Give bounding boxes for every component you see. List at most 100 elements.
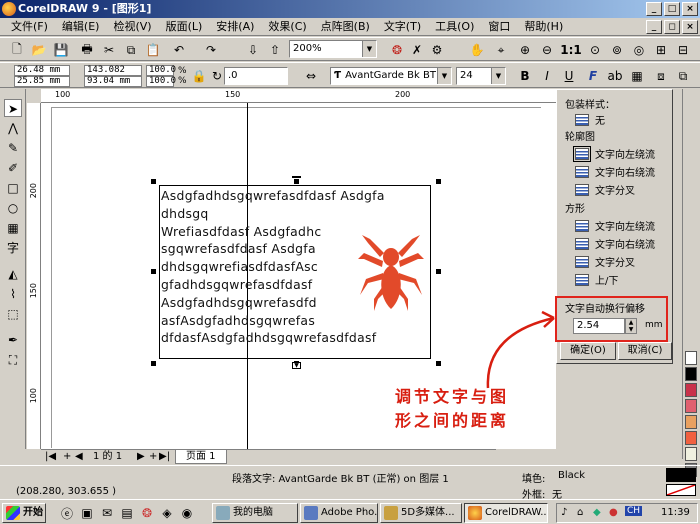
import-icon[interactable]: ⇩	[244, 41, 262, 59]
print-icon[interactable]: 🖶	[78, 41, 96, 59]
selection-handle[interactable]	[436, 269, 441, 274]
vertical-text-icon[interactable]: ⧈	[652, 67, 670, 85]
cancel-button[interactable]: 取消(C)	[618, 342, 672, 360]
menu-item[interactable]: 版面(L)	[159, 18, 210, 35]
square-wrap-left[interactable]: 文字向左绕流	[575, 218, 655, 233]
outline-tool-icon[interactable]: ⬚	[4, 305, 22, 323]
menu-item[interactable]: 文字(T)	[377, 18, 428, 35]
zoom-width-icon[interactable]: ⊞	[652, 41, 670, 59]
color-swatch[interactable]	[685, 415, 697, 429]
desktop-icon[interactable]: ▣	[78, 504, 96, 522]
color-swatch[interactable]	[685, 351, 697, 365]
tray-volume-icon[interactable]: ♪	[561, 507, 567, 518]
menu-item[interactable]: 检视(V)	[106, 18, 158, 35]
edit-text-icon[interactable]: ab	[606, 67, 624, 85]
prev-page-icon[interactable]: ◀	[75, 450, 83, 463]
binocular-icon[interactable]: ⌖	[492, 41, 510, 59]
cut-icon[interactable]: ✂	[100, 41, 118, 59]
mirror-h-icon[interactable]: ⇔	[302, 67, 320, 85]
zoom-fit-icon[interactable]: ⊚	[608, 41, 626, 59]
tray-app-icon[interactable]: ●	[609, 507, 618, 518]
knife-tool-icon[interactable]: ✎	[4, 139, 22, 157]
chevron-down-icon[interactable]: ▼	[437, 68, 451, 84]
page-tab[interactable]: 页面 1	[175, 450, 227, 464]
format-text-icon[interactable]: F	[584, 67, 602, 85]
selection-handle[interactable]	[151, 361, 156, 366]
start-button[interactable]: 开始	[2, 503, 46, 523]
export-icon[interactable]: ⇧	[266, 41, 284, 59]
ellipse-tool-icon[interactable]: ○	[4, 199, 22, 217]
open-folder-icon[interactable]: 📂	[30, 41, 48, 59]
selection-handle[interactable]	[151, 269, 156, 274]
text-tool-icon[interactable]: 字	[4, 239, 22, 257]
height-field[interactable]: 93.04 mm	[84, 76, 142, 87]
pos-y-field[interactable]: 25.85 mm	[14, 76, 70, 87]
scale-x-field[interactable]: 100.0	[146, 65, 176, 76]
color-swatch[interactable]	[685, 367, 697, 381]
quicklaunch-app-icon[interactable]: ◈	[158, 504, 176, 522]
eyedropper-icon[interactable]: ⌇	[4, 285, 22, 303]
contour-wrap-right[interactable]: 文字向右绕流	[575, 164, 655, 179]
bold-button[interactable]: B	[516, 67, 534, 85]
doc-minimize-button[interactable]: _	[646, 20, 662, 34]
italic-button[interactable]: I	[538, 67, 556, 85]
color-swatch[interactable]	[685, 447, 697, 461]
color-swatch[interactable]	[685, 399, 697, 413]
hand-tools-icon[interactable]: ✋	[468, 41, 486, 59]
wizard-icon[interactable]: ✗	[408, 41, 426, 59]
spider-graphic[interactable]	[356, 233, 426, 313]
menu-item[interactable]: 点阵图(B)	[314, 18, 377, 35]
chevron-down-icon[interactable]: ▼	[362, 41, 376, 57]
zoom-selected-icon[interactable]: ⊙	[586, 41, 604, 59]
fill-tool-icon[interactable]: ⛶	[4, 351, 22, 369]
outlook-icon[interactable]: ✉	[98, 504, 116, 522]
save-icon[interactable]: 💾	[52, 41, 70, 59]
media-icon[interactable]: ▤	[118, 504, 136, 522]
minimize-button[interactable]: _	[646, 2, 662, 16]
menu-item[interactable]: 工具(O)	[428, 18, 481, 35]
zoom-select[interactable]: 200% ▼	[289, 40, 377, 58]
copy-icon[interactable]: ⧉	[122, 41, 140, 59]
menu-item[interactable]: 窗口	[481, 18, 517, 35]
zoom-height-icon[interactable]: ⊟	[674, 41, 692, 59]
lock-ratio-icon[interactable]: 🔒	[190, 67, 208, 85]
quicklaunch-app2-icon[interactable]: ◉	[178, 504, 196, 522]
tray-ime[interactable]: CH	[625, 506, 643, 516]
contour-wrap-left[interactable]: 文字向左绕流	[573, 145, 655, 162]
next-page-icon[interactable]: ▶	[137, 450, 145, 463]
square-wrap-right[interactable]: 文字向右绕流	[575, 236, 655, 251]
redo-icon[interactable]: ↷	[202, 41, 220, 59]
chevron-down-icon[interactable]: ▼	[491, 68, 505, 84]
task-coreldraw[interactable]: CorelDRAW...	[464, 503, 548, 523]
underline-button[interactable]: U	[560, 67, 578, 85]
horizontal-text-icon[interactable]: ⧉	[674, 67, 692, 85]
pick-tool-icon[interactable]: ➤	[4, 99, 22, 117]
selection-handle[interactable]	[151, 179, 156, 184]
task-photoshop[interactable]: Adobe Pho...	[300, 503, 378, 523]
add-page-icon[interactable]: +	[63, 450, 71, 463]
color-swatch[interactable]	[685, 383, 697, 397]
polygon-tool-icon[interactable]: ▦	[4, 219, 22, 237]
scale-y-field[interactable]: 100.0	[146, 76, 176, 87]
tray-antivirus-icon[interactable]: ◆	[593, 507, 601, 518]
menu-item[interactable]: 文件(F)	[4, 18, 55, 35]
menu-item[interactable]: 效果(C)	[261, 18, 313, 35]
text-top-tab[interactable]	[292, 176, 301, 178]
vertical-scrollbar[interactable]	[670, 89, 682, 449]
interactive-fill-icon[interactable]: ◭	[4, 265, 22, 283]
square-wrap-above-below[interactable]: 上/下	[575, 272, 618, 287]
color-swatch[interactable]	[685, 431, 697, 445]
doc-close-button[interactable]: ×	[682, 20, 698, 34]
zoom-out-icon[interactable]: ⊖	[538, 41, 556, 59]
shape-tool-icon[interactable]: ⋀	[4, 119, 22, 137]
zoom-page-icon[interactable]: ◎	[630, 41, 648, 59]
ie-icon[interactable]: ⓔ	[58, 504, 76, 522]
selection-handle[interactable]	[436, 179, 441, 184]
menu-item[interactable]: 编辑(E)	[55, 18, 107, 35]
angle-field[interactable]: .0	[224, 67, 288, 85]
close-button[interactable]: ×	[682, 2, 698, 16]
pos-x-field[interactable]: 26.48 mm	[14, 65, 70, 76]
quicklaunch-corel-icon[interactable]: ❂	[138, 504, 156, 522]
doc-restore-button[interactable]: ◻	[664, 20, 680, 34]
task-multimedia[interactable]: 5D多媒体...	[380, 503, 462, 523]
